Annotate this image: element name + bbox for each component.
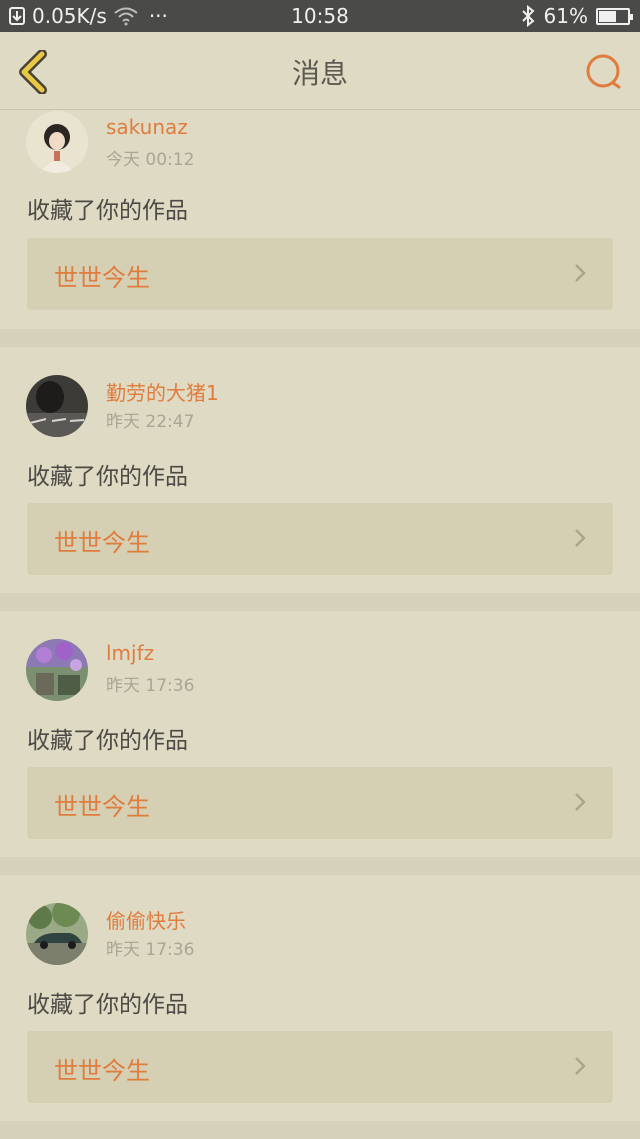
bluetooth-icon	[521, 5, 535, 27]
battery-percent: 61%	[543, 4, 588, 28]
chevron-right-icon	[575, 529, 586, 547]
work-card[interactable]: 世世今生	[27, 503, 613, 575]
battery-fill	[599, 10, 617, 22]
message-list: sakunaz 今天 00:12 收藏了你的作品 世世今生 勤劳的大猪1 昨天 …	[0, 111, 640, 1139]
status-right: 61%	[520, 0, 633, 32]
list-item: lmjfz 昨天 17:36 收藏了你的作品 世世今生	[0, 611, 640, 857]
work-title: 世世今生	[54, 264, 150, 292]
timestamp: 昨天 17:36	[106, 676, 195, 696]
username[interactable]: lmjfz	[106, 641, 154, 665]
search-icon[interactable]	[584, 52, 624, 92]
work-card[interactable]: 世世今生	[27, 238, 613, 310]
list-item: 偷偷快乐 昨天 17:36 收藏了你的作品 世世今生	[0, 875, 640, 1121]
timestamp: 昨天 17:36	[106, 940, 195, 960]
work-title: 世世今生	[54, 793, 150, 821]
username[interactable]: 勤劳的大猪1	[106, 377, 219, 406]
chevron-right-icon	[575, 264, 586, 282]
page-title: 消息	[291, 57, 348, 90]
username[interactable]: sakunaz	[106, 115, 188, 139]
chevron-right-icon	[575, 793, 586, 811]
work-title: 世世今生	[54, 1057, 150, 1085]
divider	[0, 1121, 640, 1139]
work-title: 世世今生	[54, 529, 150, 557]
status-bar: 0.05K/s ··· 10:58 61%	[0, 0, 640, 32]
avatar[interactable]	[26, 375, 88, 437]
work-card[interactable]: 世世今生	[27, 1031, 613, 1103]
avatar[interactable]	[26, 639, 88, 701]
divider	[0, 593, 640, 611]
nav-bar: 消息	[0, 32, 640, 110]
action-text: 收藏了你的作品	[27, 992, 188, 1018]
action-text: 收藏了你的作品	[27, 728, 188, 754]
avatar[interactable]	[26, 111, 88, 173]
list-item: 勤劳的大猪1 昨天 22:47 收藏了你的作品 世世今生	[0, 347, 640, 593]
work-card[interactable]: 世世今生	[27, 767, 613, 839]
action-text: 收藏了你的作品	[27, 464, 188, 490]
avatar[interactable]	[26, 903, 88, 965]
battery-icon	[596, 7, 633, 25]
username[interactable]: 偷偷快乐	[106, 905, 186, 934]
timestamp: 昨天 22:47	[106, 412, 195, 432]
divider	[0, 857, 640, 875]
divider	[0, 329, 640, 347]
action-text: 收藏了你的作品	[27, 198, 188, 224]
list-item: sakunaz 今天 00:12 收藏了你的作品 世世今生	[0, 111, 640, 329]
chevron-right-icon	[575, 1057, 586, 1075]
timestamp: 今天 00:12	[106, 150, 195, 170]
